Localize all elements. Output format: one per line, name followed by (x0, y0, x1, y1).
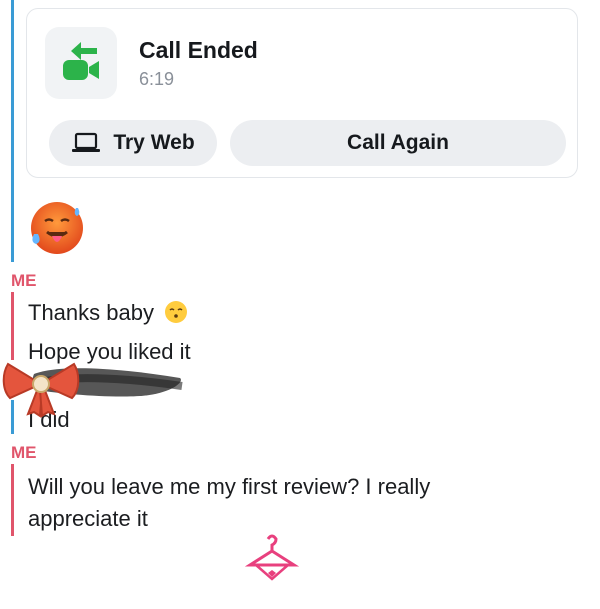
call-duration: 6:19 (139, 69, 175, 89)
hot-face-emoji (31, 202, 83, 254)
message-text: Thanks baby (28, 297, 188, 328)
message-text: Will you leave me my first review? I rea… (28, 474, 431, 499)
hanger-sticker (244, 534, 300, 581)
try-web-button[interactable]: Try Web (49, 120, 217, 166)
call-again-button[interactable]: Call Again (230, 120, 566, 166)
my-message-bar (11, 292, 14, 360)
laptop-icon (72, 132, 101, 152)
kissing-emoji (165, 301, 188, 323)
call-again-label: Call Again (347, 131, 449, 154)
call-ended-card: Call Ended 6:19 Try Web Call Again (26, 8, 578, 178)
call-title: Call Ended (139, 37, 258, 63)
my-message-bar (11, 464, 14, 536)
sender-label: ME (11, 443, 37, 462)
sender-label: ME (11, 271, 37, 290)
friend-message-bar (11, 0, 14, 262)
bow-sticker (2, 362, 80, 418)
video-call-ended-icon (45, 27, 117, 99)
message-text: appreciate it (28, 506, 148, 531)
try-web-label: Try Web (113, 131, 195, 154)
